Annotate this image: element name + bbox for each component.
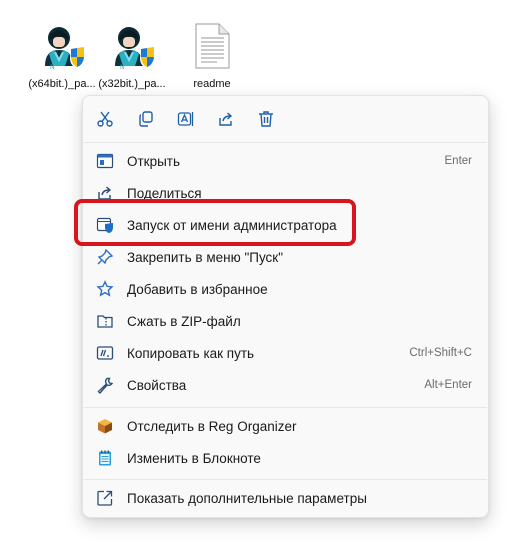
notepad-icon: [95, 448, 115, 468]
desktop-file-x32[interactable]: N (x32bit.)_pa...: [92, 22, 172, 94]
wrench-icon: [95, 375, 115, 395]
copy-icon: [139, 111, 153, 127]
menu-item-add-favorites[interactable]: Добавить в избранное: [87, 273, 484, 305]
svg-text:N: N: [120, 64, 125, 70]
copy-path-icon: [95, 343, 115, 363]
trash-icon: [259, 111, 273, 127]
share-icon: [219, 112, 233, 126]
menu-item-open[interactable]: Открыть Enter: [87, 145, 484, 177]
menu-item-run-as-admin[interactable]: Запуск от имени администратора: [87, 209, 484, 241]
context-menu: Открыть Enter Поделиться Запуск от имени…: [82, 95, 489, 518]
context-menu-toolbar: [83, 96, 488, 141]
admin-shield-icon: [95, 215, 115, 235]
rename-button[interactable]: [173, 106, 199, 132]
star-icon: [95, 279, 115, 299]
menu-item-show-more-options[interactable]: Показать дополнительные параметры: [87, 482, 484, 514]
user-shield-icon: N: [105, 22, 159, 71]
desktop-file-x64[interactable]: N (x64bit.)_pa...: [22, 22, 102, 94]
open-icon: [95, 151, 115, 171]
scissors-icon: [97, 111, 113, 127]
share-button[interactable]: [213, 106, 239, 132]
reg-organizer-icon: [95, 416, 115, 436]
menu-item-reg-organizer[interactable]: Отследить в Reg Organizer: [87, 410, 484, 442]
share-icon: [95, 183, 115, 203]
text-document-icon: [185, 22, 239, 70]
file-name: (x32bit.)_pa...: [98, 78, 166, 90]
user-shield-icon: N: [35, 22, 89, 71]
separator: [84, 142, 487, 143]
pin-icon: [95, 247, 115, 267]
zip-folder-icon: [95, 311, 115, 331]
file-name: readme: [193, 78, 231, 90]
menu-item-pin-to-start[interactable]: Закрепить в меню "Пуск": [87, 241, 484, 273]
svg-text:N: N: [50, 64, 55, 70]
delete-button[interactable]: [253, 106, 279, 132]
separator: [84, 407, 487, 408]
menu-item-edit-notepad[interactable]: Изменить в Блокноте: [87, 442, 484, 474]
menu-item-compress-zip[interactable]: Сжать в ZIP-файл: [87, 305, 484, 337]
menu-item-copy-as-path[interactable]: Копировать как путь Ctrl+Shift+C: [87, 337, 484, 369]
separator: [84, 479, 487, 480]
menu-item-share[interactable]: Поделиться: [87, 177, 484, 209]
more-options-icon: [95, 488, 115, 508]
rename-icon: [177, 112, 194, 126]
menu-item-properties[interactable]: Свойства Alt+Enter: [87, 369, 484, 401]
desktop-file-readme[interactable]: readme: [172, 22, 252, 94]
file-name: (x64bit.)_pa...: [28, 78, 96, 90]
cut-button[interactable]: [92, 106, 118, 132]
copy-button[interactable]: [133, 106, 159, 132]
